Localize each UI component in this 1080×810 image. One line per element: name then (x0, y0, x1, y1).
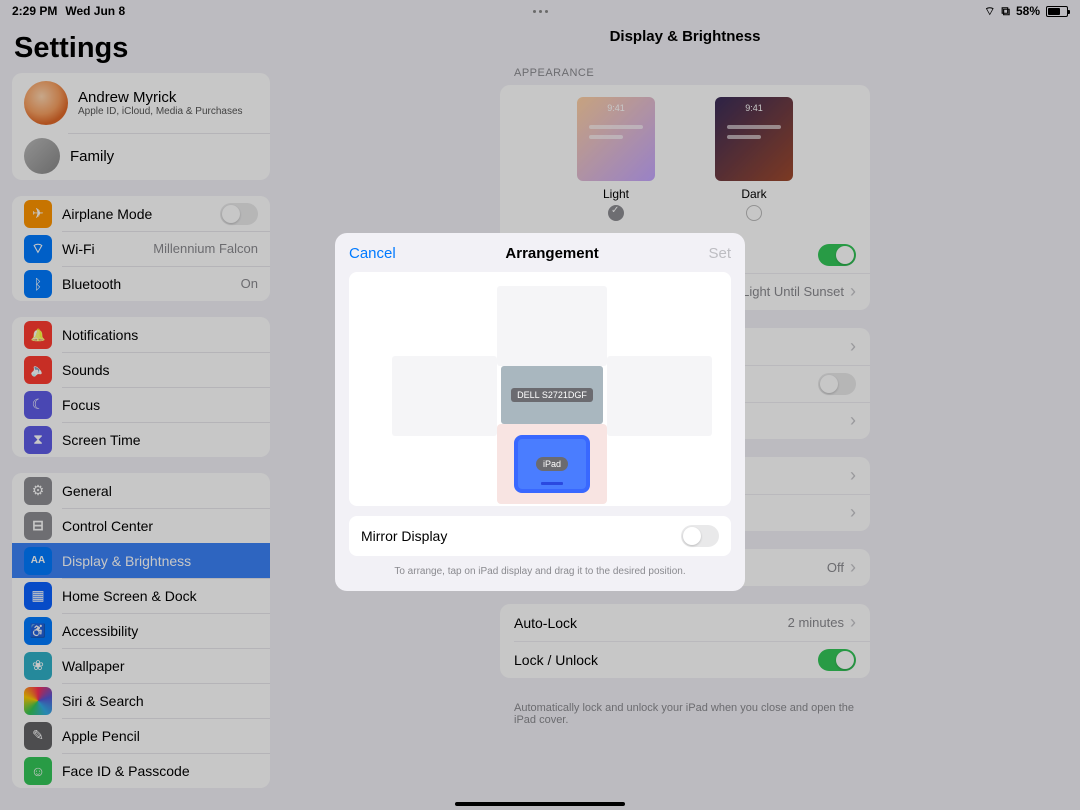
external-monitor[interactable]: DELL S2721DGF (501, 366, 603, 424)
arrangement-canvas[interactable]: DELL S2721DGF iPad (349, 272, 731, 506)
external-monitor-label: DELL S2721DGF (511, 388, 593, 402)
modal-title: Arrangement (505, 245, 598, 262)
mirror-display-label: Mirror Display (361, 528, 447, 544)
drop-slot-right[interactable] (607, 356, 712, 436)
mirror-display-toggle[interactable] (681, 525, 719, 547)
mirror-display-row[interactable]: Mirror Display (349, 516, 731, 556)
ipad-display[interactable]: iPad (514, 435, 590, 493)
arrangement-hint: To arrange, tap on iPad display and drag… (335, 556, 745, 591)
home-indicator[interactable] (455, 802, 625, 806)
arrangement-modal: Cancel Arrangement Set DELL S2721DGF iPa… (335, 233, 745, 591)
ipad-drop-zone[interactable]: iPad (497, 424, 607, 504)
set-button-disabled[interactable]: Set (708, 245, 731, 262)
drop-slot-top[interactable] (497, 286, 607, 366)
drop-slot-left[interactable] (392, 356, 497, 436)
ipad-label: iPad (536, 457, 568, 471)
cancel-button[interactable]: Cancel (349, 245, 396, 262)
